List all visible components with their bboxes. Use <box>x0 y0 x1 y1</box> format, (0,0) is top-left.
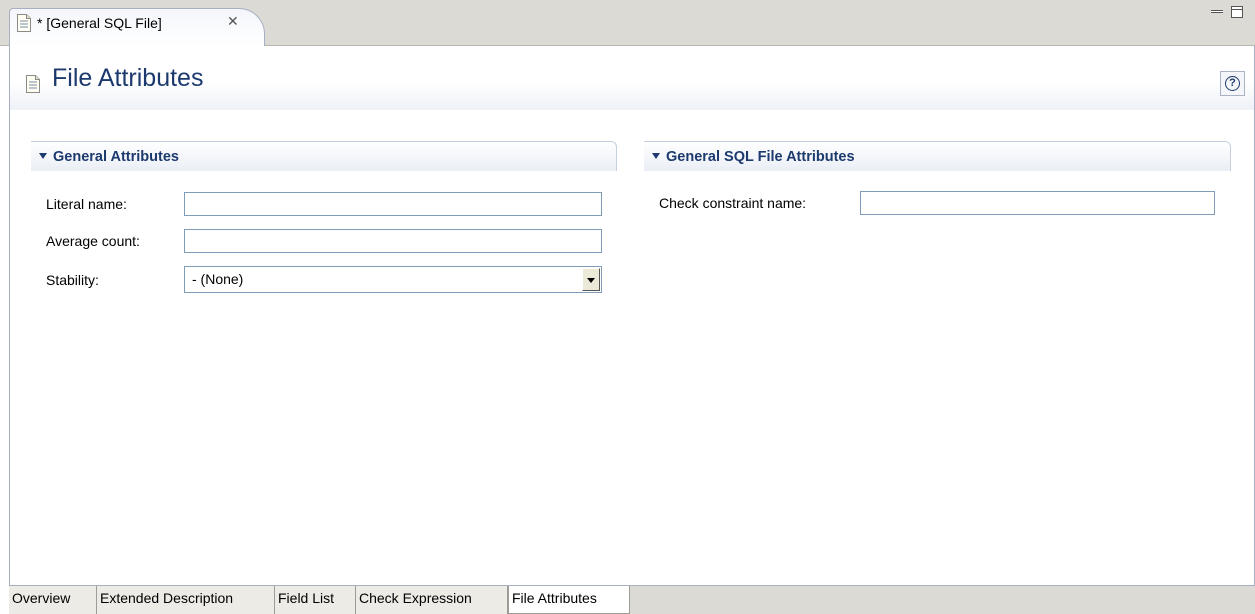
tab-overview[interactable]: Overview <box>9 586 97 614</box>
page-title: File Attributes <box>52 64 204 92</box>
help-icon: ? <box>1225 76 1240 91</box>
chevron-down-icon <box>587 278 595 283</box>
close-icon[interactable]: ✕ <box>227 13 243 29</box>
editor-tab[interactable]: * [General SQL File] ✕ <box>9 8 265 46</box>
maximize-icon[interactable] <box>1231 6 1243 18</box>
general-attributes-header[interactable]: General Attributes <box>31 141 617 171</box>
dropdown-button[interactable] <box>582 268 600 291</box>
sql-file-attributes-section: General SQL File Attributes Check constr… <box>644 141 1231 231</box>
editor-tab-bar: * [General SQL File] ✕ <box>0 0 1255 46</box>
tab-check-expression[interactable]: Check Expression <box>356 586 508 614</box>
check-constraint-name-input[interactable] <box>860 191 1215 215</box>
file-icon <box>26 75 40 93</box>
tab-field-list[interactable]: Field List <box>275 586 356 614</box>
tab-extended-description[interactable]: Extended Description <box>97 586 275 614</box>
literal-name-input[interactable] <box>184 192 602 216</box>
view-controls <box>1209 4 1249 24</box>
section-title: General SQL File Attributes <box>666 149 855 165</box>
page-tabs: Overview Extended Description Field List… <box>9 585 1255 614</box>
stability-dropdown[interactable]: - (None) <box>184 266 602 293</box>
stability-label: Stability: <box>46 272 99 288</box>
help-button[interactable]: ? <box>1220 71 1245 96</box>
stability-value: - (None) <box>192 271 244 287</box>
minimize-icon[interactable] <box>1211 10 1223 13</box>
average-count-label: Average count: <box>46 233 140 249</box>
literal-name-label: Literal name: <box>46 196 127 212</box>
expand-triangle-icon[interactable] <box>652 153 660 159</box>
tab-file-attributes[interactable]: File Attributes <box>508 586 630 614</box>
average-count-input[interactable] <box>184 229 602 253</box>
check-constraint-name-label: Check constraint name: <box>659 195 807 211</box>
general-attributes-section: General Attributes Literal name: Average… <box>31 141 617 301</box>
file-icon <box>17 14 31 32</box>
form-area: File Attributes ? General Attributes Lit… <box>9 46 1255 585</box>
expand-triangle-icon[interactable] <box>39 153 47 159</box>
form-header: File Attributes ? <box>10 46 1254 110</box>
editor-tab-title: * [General SQL File] <box>37 15 162 31</box>
sql-file-attributes-header[interactable]: General SQL File Attributes <box>644 141 1231 171</box>
section-title: General Attributes <box>53 149 179 165</box>
